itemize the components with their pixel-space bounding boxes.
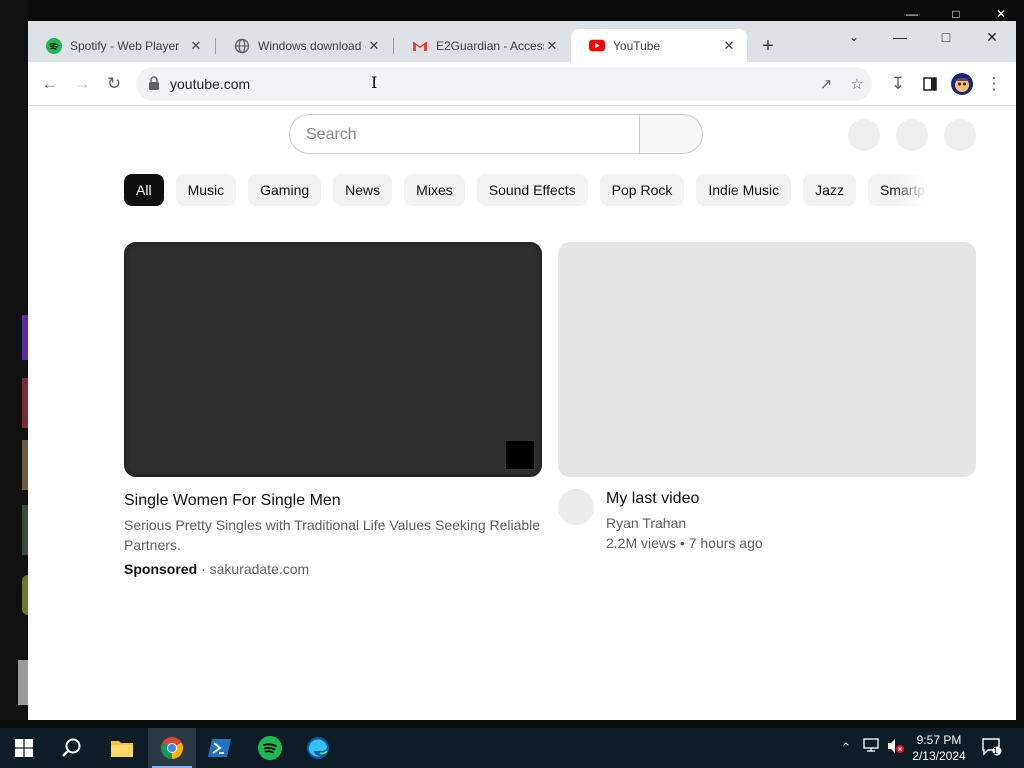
chip-pop-rock[interactable]: Pop Rock — [599, 174, 685, 206]
video-thumbnail[interactable] — [558, 242, 976, 477]
search-button[interactable] — [48, 728, 96, 768]
text-cursor-icon: I — [371, 73, 378, 92]
close-tab-icon[interactable]: ✕ — [721, 38, 737, 54]
folder-icon — [111, 741, 133, 757]
notification-count: 1 — [993, 746, 999, 756]
category-chips: All Music Gaming News Mixes Sound Effects Pop … — [124, 174, 932, 208]
taskbar-file-explorer[interactable] — [98, 728, 146, 768]
sponsored-line: Sponsored · sakuradate.com — [124, 561, 542, 577]
spotify-icon — [258, 736, 282, 760]
close-icon[interactable]: ✕ — [970, 25, 1014, 49]
outer-close-icon[interactable]: ✕ — [989, 6, 1013, 22]
profile-avatar[interactable] — [950, 72, 974, 96]
outer-maximize-icon[interactable]: □ — [944, 6, 968, 22]
action-center-icon[interactable]: 1 — [982, 738, 1002, 758]
share-icon[interactable]: ↗ — [816, 75, 836, 95]
url-text[interactable]: youtube.com — [170, 76, 250, 92]
video-stats: 2.2M views • 7 hours ago — [606, 535, 763, 551]
outer-minimize-icon[interactable]: — — [900, 6, 924, 22]
search-input[interactable]: Search — [289, 114, 640, 154]
search-icon — [62, 738, 81, 757]
clock-time: 9:57 PM — [916, 733, 962, 747]
channel-avatar[interactable] — [558, 489, 594, 525]
search-placeholder: Search — [306, 126, 357, 143]
gmail-icon — [412, 38, 428, 54]
show-hidden-icons-icon[interactable]: ⌃ — [836, 738, 856, 758]
chip-gaming[interactable]: Gaming — [248, 174, 322, 206]
video-description: Serious Pretty Singles with Traditional … — [124, 517, 541, 553]
create-icon[interactable] — [848, 119, 880, 151]
video-title[interactable]: Single Women For Single Men — [124, 491, 542, 511]
tab-title: YouTube — [613, 38, 661, 53]
close-tab-icon[interactable]: ✕ — [188, 38, 204, 54]
tab-search-icon[interactable]: ⌄ — [832, 25, 876, 49]
more-menu-icon[interactable]: ⋮ — [982, 72, 1006, 96]
tab-title: E2Guardian - Access — [436, 38, 544, 53]
youtube-page: Search All Music Gaming News Mixes Sound Effe… — [28, 107, 1016, 720]
system-clock[interactable]: 9:57 PM 2/13/2024 — [906, 732, 972, 764]
powershell-icon — [208, 739, 231, 757]
back-icon[interactable]: ← — [38, 72, 62, 96]
sponsored-label: Sponsored — [124, 561, 198, 577]
search-button[interactable] — [639, 114, 703, 154]
taskbar: ⌃ 9:57 PM 2/13/2024 1 — [0, 728, 1024, 768]
address-bar[interactable]: youtube.com I ↗ ☆ — [136, 67, 872, 101]
youtube-icon — [589, 38, 605, 54]
chip-jazz[interactable]: Jazz — [803, 174, 856, 206]
clock-date: 2/13/2024 — [912, 749, 966, 763]
taskbar-edge[interactable] — [294, 728, 342, 768]
chip-sound-effects[interactable]: Sound Effects — [476, 174, 588, 206]
desktop-window-fragment — [18, 660, 28, 705]
new-tab-icon[interactable]: + — [756, 35, 780, 59]
side-panel-icon[interactable] — [918, 72, 942, 96]
chips-fade-overlay — [892, 174, 936, 208]
start-button[interactable] — [0, 728, 48, 768]
separator-dot: · — [201, 561, 210, 577]
edge-icon — [307, 737, 329, 759]
windows-icon — [15, 739, 33, 757]
reload-icon[interactable]: ↻ — [102, 72, 126, 96]
spotify-icon — [46, 37, 62, 54]
chrome-icon — [161, 737, 183, 759]
account-avatar[interactable] — [944, 119, 976, 151]
chip-news[interactable]: News — [333, 174, 393, 206]
tab-youtube[interactable]: YouTube ✕ — [571, 29, 747, 62]
tab-spotify[interactable]: Spotify - Web Player ✕ — [28, 29, 214, 62]
network-icon[interactable] — [861, 738, 881, 758]
tab-e2guardian[interactable]: E2Guardian - Access ✕ — [394, 29, 570, 62]
globe-icon — [234, 38, 250, 54]
advertiser-domain[interactable]: sakuradate.com — [210, 561, 310, 577]
taskbar-powershell[interactable] — [196, 728, 244, 768]
chip-mixes[interactable]: Mixes — [404, 174, 465, 206]
video-card-sponsored[interactable]: Single Women For Single Men Serious Pret… — [124, 242, 542, 577]
ad-badge-icon — [506, 441, 534, 469]
taskbar-spotify[interactable] — [246, 728, 294, 768]
video-meta: My last video Ryan Trahan 2.2M views • 7… — [606, 489, 976, 553]
browser-toolbar: ← → ↻ youtube.com I ↗ ☆ ↧ ⋮ — [28, 62, 1016, 106]
video-thumbnail[interactable] — [124, 242, 542, 477]
desktop-background — [0, 0, 28, 720]
notifications-icon[interactable] — [896, 119, 928, 151]
tab-title: Spotify - Web Player — [70, 38, 180, 53]
tab-windows-download[interactable]: Windows download - ✕ — [216, 29, 392, 62]
browser-window: Spotify - Web Player ✕ Windows download … — [28, 21, 1016, 720]
close-tab-icon[interactable]: ✕ — [544, 38, 560, 54]
chip-music[interactable]: Music — [175, 174, 237, 206]
lock-icon[interactable] — [148, 76, 160, 90]
taskbar-chrome[interactable] — [148, 728, 196, 768]
chip-indie-music[interactable]: Indie Music — [696, 174, 792, 206]
bookmark-star-icon[interactable]: ☆ — [847, 75, 867, 95]
video-title[interactable]: My last video — [606, 489, 976, 509]
download-icon[interactable]: ↧ — [886, 72, 910, 96]
close-tab-icon[interactable]: ✕ — [366, 38, 382, 54]
volume-muted-icon[interactable] — [886, 738, 906, 758]
chip-all[interactable]: All — [124, 174, 164, 206]
video-card[interactable]: My last video Ryan Trahan 2.2M views • 7… — [558, 242, 976, 562]
channel-name[interactable]: Ryan Trahan — [606, 513, 976, 533]
maximize-icon[interactable]: □ — [924, 25, 968, 49]
tab-title: Windows download - — [258, 38, 366, 53]
minimize-icon[interactable]: — — [878, 25, 922, 49]
tab-strip: Spotify - Web Player ✕ Windows download … — [28, 21, 1016, 62]
forward-icon[interactable]: → — [70, 72, 94, 96]
